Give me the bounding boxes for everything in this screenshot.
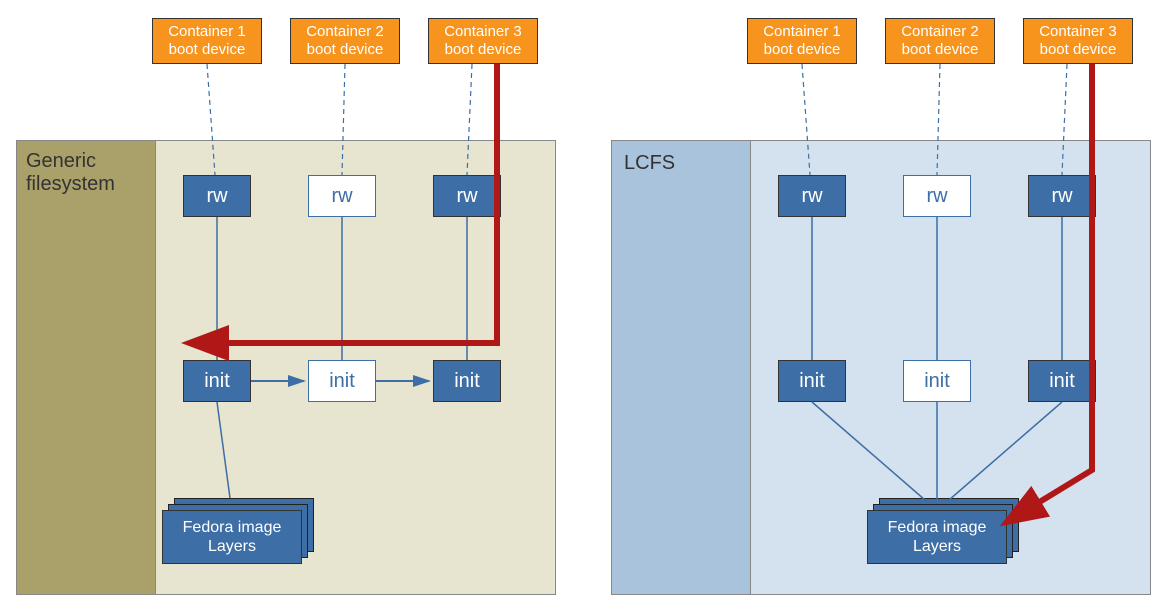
right-init-3: init	[1028, 360, 1096, 402]
right-init-2: init	[903, 360, 971, 402]
left-rw-1: rw	[183, 175, 251, 217]
right-init-1: init	[778, 360, 846, 402]
right-container-3: Container 3 boot device	[1023, 18, 1133, 64]
right-panel-title: LCFS	[624, 152, 675, 175]
right-rw-3: rw	[1028, 175, 1096, 217]
right-container-1: Container 1 boot device	[747, 18, 857, 64]
left-init-2: init	[308, 360, 376, 402]
left-fedora: Fedora image Layers	[162, 510, 302, 564]
left-rw-2: rw	[308, 175, 376, 217]
left-init-1: init	[183, 360, 251, 402]
left-container-3: Container 3 boot device	[428, 18, 538, 64]
left-container-1: Container 1 boot device	[152, 18, 262, 64]
left-panel-title: Generic filesystem	[26, 150, 146, 196]
right-rw-2: rw	[903, 175, 971, 217]
right-container-2: Container 2 boot device	[885, 18, 995, 64]
left-container-2: Container 2 boot device	[290, 18, 400, 64]
left-rw-3: rw	[433, 175, 501, 217]
right-rw-1: rw	[778, 175, 846, 217]
left-init-3: init	[433, 360, 501, 402]
right-fedora: Fedora image Layers	[867, 510, 1007, 564]
